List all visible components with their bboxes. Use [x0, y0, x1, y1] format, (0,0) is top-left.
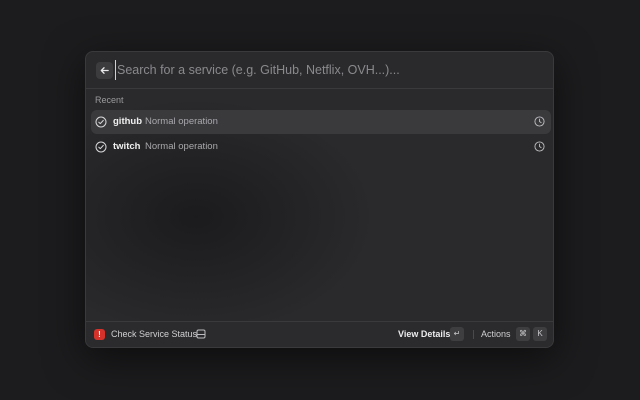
service-status: Normal operation [145, 141, 218, 152]
search-input[interactable] [115, 60, 537, 80]
list-item-twitch[interactable]: twitch Normal operation [91, 135, 551, 159]
command-key: ⌘ [516, 327, 530, 341]
return-key: ↵ [450, 327, 464, 341]
launcher-window: Recent github Normal operation twitch No… [85, 51, 554, 348]
actions-button[interactable]: Actions [481, 329, 511, 339]
list-item-github[interactable]: github Normal operation [91, 110, 551, 134]
service-name: twitch [113, 141, 141, 152]
service-name: github [113, 116, 143, 127]
back-button[interactable] [96, 62, 113, 79]
view-details-button[interactable]: View Details [398, 329, 450, 339]
window-icon [196, 329, 206, 339]
section-label-recent: Recent [95, 95, 124, 105]
footer-divider [473, 330, 474, 339]
clock-icon [534, 141, 545, 152]
k-key: K [533, 327, 547, 341]
service-status: Normal operation [145, 116, 218, 127]
warning-icon: ! [94, 329, 105, 340]
check-circle-icon [95, 116, 107, 128]
clock-icon [534, 116, 545, 127]
check-circle-icon [95, 141, 107, 153]
command-title: Check Service Status [111, 329, 198, 339]
action-bar: ! Check Service Status View Details ↵ Ac… [86, 321, 553, 347]
background-shade [86, 52, 553, 347]
arrow-left-icon [100, 67, 109, 74]
search-bar [86, 52, 553, 89]
